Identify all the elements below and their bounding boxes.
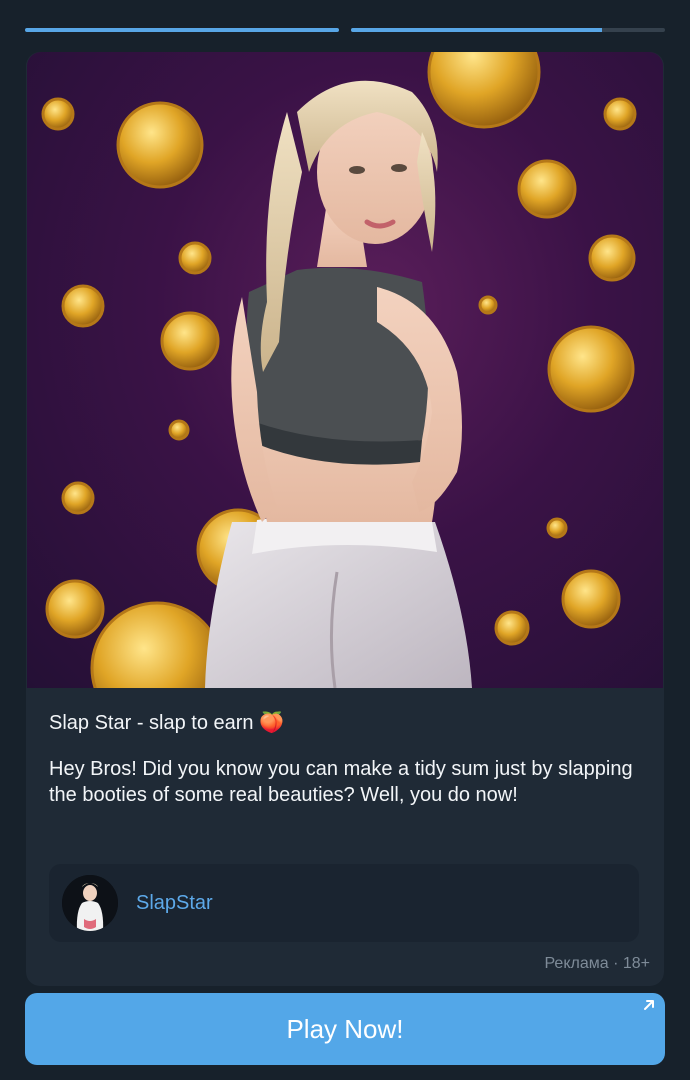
play-now-button[interactable]: Play Now! — [25, 993, 665, 1065]
external-arrow-icon — [644, 1000, 654, 1010]
channel-name[interactable]: SlapStar — [136, 892, 213, 915]
ad-media-image[interactable] — [27, 52, 663, 688]
avatar — [62, 875, 118, 931]
story-progress-bar — [25, 28, 665, 32]
ad-title: Slap Star - slap to earn 🍑 — [49, 712, 285, 734]
ad-illustration — [41, 52, 637, 688]
play-now-label: Play Now! — [286, 1013, 404, 1044]
ad-label[interactable]: Реклама · 18+ — [544, 955, 650, 973]
ad-description: Hey Bros! Did you know you can make a ti… — [49, 758, 633, 806]
progress-segment-2 — [351, 28, 665, 32]
channel-link[interactable]: SlapStar — [49, 864, 639, 942]
character-figure — [205, 80, 472, 688]
sponsored-message-card[interactable]: Slap Star - slap to earn 🍑 Hey Bros! Did… — [26, 52, 664, 986]
progress-segment-1 — [25, 28, 339, 32]
